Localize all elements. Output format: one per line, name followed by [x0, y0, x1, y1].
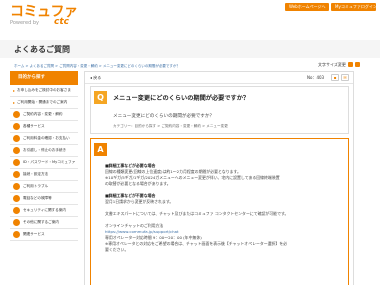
sidebar-item[interactable]: ▸ お申し込みをご検討中のお客さま: [10, 85, 78, 97]
text-size-small-icon[interactable]: [347, 62, 353, 67]
sidebar-item-label: 電話などの故障等: [23, 196, 52, 200]
sidebar-item-label: ご利用料金の確認・お支払い: [23, 136, 70, 140]
sidebar-item[interactable]: ID・パスワード・Myコミュファ: [10, 157, 78, 169]
web-home-button[interactable]: Webホームページへ: [285, 3, 329, 11]
plug-icon: [13, 171, 20, 178]
sidebar-item-label: ご利用開始・開通までのご案内: [17, 100, 68, 104]
answer-body: ■詳細工事などが必要な場合 回線の種類変更(回線の上位速度)は約1～2カ月程度の期…: [105, 163, 345, 253]
site-header: コミュファ Powered by ctc Webホームページへ Myコミュファロ…: [0, 0, 380, 30]
link-icon: [13, 231, 20, 238]
phone-icon: [13, 195, 20, 202]
page-title: よくあるご質問: [14, 45, 70, 54]
question-badge: Q: [94, 91, 107, 104]
sidebar-item[interactable]: ご利用料金の確認・お支払い: [10, 133, 78, 145]
key-icon: [13, 159, 20, 166]
sidebar-item[interactable]: ▸ ご利用開始・開通までのご案内: [10, 97, 78, 109]
faq-number: No：403: [307, 75, 325, 80]
service-icon: [13, 123, 20, 130]
sidebar-item[interactable]: 各種サービス: [10, 121, 78, 133]
print-icon[interactable]: ▪: [331, 74, 339, 81]
sidebar-item[interactable]: ご契約内容・変更・解約: [10, 109, 78, 121]
sidebar-item-label: 接続・設定方法: [23, 172, 49, 176]
site-logo[interactable]: コミュファ Powered by ctc: [10, 5, 78, 28]
info-icon: [13, 219, 20, 226]
sidebar-item-label: 各種サービス: [23, 124, 45, 128]
sidebar-title: 目的から探す: [10, 71, 78, 85]
sidebar-item[interactable]: セキュリティに関する案内: [10, 205, 78, 217]
arrow-icon: ▸: [13, 100, 16, 105]
yen-icon: [13, 135, 20, 142]
sidebar-item[interactable]: 関連サービス: [10, 229, 78, 241]
document-icon: [13, 111, 20, 118]
question-category[interactable]: カテゴリー：目的から探す > ご契約内容・変更・解約 > メニュー変更: [113, 124, 228, 129]
answer-box: A ■詳細工事などが必要な場合 回線の種類変更(回線の上位速度)は約1～2カ月程度…: [90, 138, 349, 285]
sidebar-item-label: ご契約内容・変更・解約: [23, 112, 63, 116]
house-icon: [13, 147, 20, 154]
question-box: Q メニュー変更にどのくらいの期間が必要ですか？ メニュー変更にどのくらいの期間…: [90, 86, 349, 134]
faq-toolbar: ◂ 戻る No：403 ▪ ✉: [85, 72, 353, 84]
text-size-large-icon[interactable]: [354, 62, 360, 67]
arrow-icon: ▸: [13, 88, 16, 93]
mypage-login-button[interactable]: Myコミュファログイン: [331, 3, 377, 11]
warning-icon: [13, 183, 20, 190]
sidebar-item[interactable]: ご利用トラブル: [10, 181, 78, 193]
faq-main: ◂ 戻る No：403 ▪ ✉ Q メニュー変更にどのくらいの期間が必要ですか？…: [84, 71, 354, 285]
breadcrumb[interactable]: ホーム > よくあるご質問 > ご質問内容・変更・解約 > メニュー変更にどのく…: [14, 64, 180, 69]
sidebar-item[interactable]: 接続・設定方法: [10, 169, 78, 181]
question-subtitle: メニュー変更にどのくらいの期間が必要ですか？: [113, 114, 215, 119]
mail-icon[interactable]: ✉: [341, 74, 349, 81]
sidebar-item-label: ご利用トラブル: [23, 184, 49, 188]
sidebar-item-label: お引越し・停止のお手続き: [23, 148, 67, 152]
sidebar-item[interactable]: お引越し・停止のお手続き: [10, 145, 78, 157]
sidebar-item-label: セキュリティに関する案内: [23, 208, 66, 212]
back-link[interactable]: ◂ 戻る: [90, 75, 101, 81]
sidebar-item-label: ID・パスワード・Myコミュファ: [23, 160, 76, 164]
sidebar-item-label: 関連サービス: [23, 232, 45, 236]
lock-icon: [13, 207, 20, 214]
text-size-label: 文字サイズ変更: [318, 62, 346, 67]
sidebar-item-label: その他に関するご案内: [23, 220, 59, 224]
answer-line: 要ください。: [105, 247, 129, 252]
logo-brand: ctc: [54, 17, 69, 27]
sidebar-item[interactable]: その他に関するご案内: [10, 217, 78, 229]
text-size-control[interactable]: 文字サイズ変更: [318, 62, 360, 68]
sidebar-item[interactable]: 電話などの故障等: [10, 193, 78, 205]
question-title: メニュー変更にどのくらいの期間が必要ですか？: [113, 95, 250, 102]
answer-badge: A: [94, 143, 107, 156]
sidebar: 目的から探す ▸ お申し込みをご検討中のお客さま ▸ ご利用開始・開通までのご案内 ご契…: [10, 71, 78, 241]
sidebar-item-label: お申し込みをご検討中のお客さま: [17, 88, 71, 92]
